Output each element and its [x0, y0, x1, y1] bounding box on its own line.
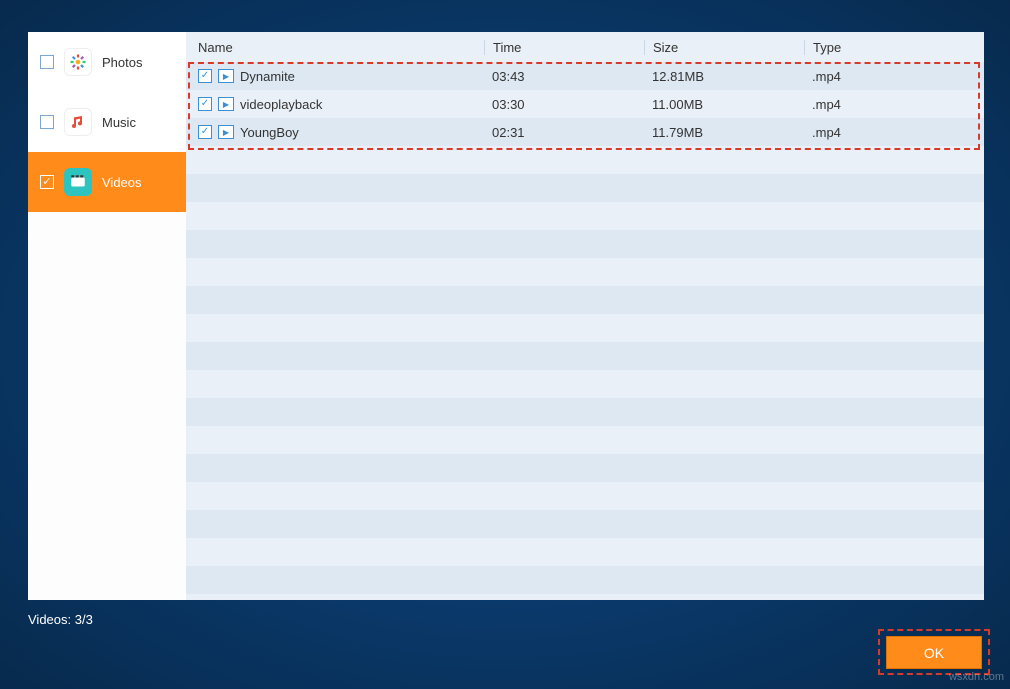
- cell-size: 11.79MB: [644, 125, 804, 140]
- cell-name: YoungBoy: [240, 125, 299, 140]
- table-row-empty: [186, 230, 984, 258]
- status-text: Videos: 3/3: [28, 612, 93, 627]
- table-row-empty: [186, 538, 984, 566]
- checkbox-icon[interactable]: [198, 69, 212, 83]
- cell-type: .mp4: [804, 69, 984, 84]
- checkbox-icon[interactable]: [198, 125, 212, 139]
- checkbox-icon[interactable]: [198, 97, 212, 111]
- photos-icon: [64, 48, 92, 76]
- video-file-icon: [218, 69, 234, 83]
- ok-button[interactable]: OK: [886, 636, 982, 669]
- sidebar-item-music[interactable]: Music: [28, 92, 186, 152]
- table-row-empty: [186, 566, 984, 594]
- video-file-icon: [218, 97, 234, 111]
- sidebar-item-videos[interactable]: Videos: [28, 152, 186, 212]
- sidebar-item-label: Music: [102, 115, 136, 130]
- checkbox-icon[interactable]: [40, 55, 54, 69]
- table-row-empty: [186, 398, 984, 426]
- cell-time: 03:30: [484, 97, 644, 112]
- music-icon: [64, 108, 92, 136]
- table-row-empty: [186, 426, 984, 454]
- col-header-name[interactable]: Name: [186, 40, 484, 55]
- cell-time: 03:43: [484, 69, 644, 84]
- table-row-empty: [186, 174, 984, 202]
- sidebar: Photos Music Videos: [28, 32, 186, 600]
- table-row[interactable]: videoplayback 03:3011.00MB.mp4: [186, 90, 984, 118]
- table-row-empty: [186, 510, 984, 538]
- sidebar-item-photos[interactable]: Photos: [28, 32, 186, 92]
- table-row-empty: [186, 342, 984, 370]
- col-header-size[interactable]: Size: [644, 40, 804, 55]
- main-panel: Photos Music Videos Name Time Size Type …: [28, 32, 984, 600]
- col-header-type[interactable]: Type: [804, 40, 984, 55]
- cell-time: 02:31: [484, 125, 644, 140]
- watermark: wsxdn.com: [949, 671, 1004, 683]
- table-row-empty: [186, 146, 984, 174]
- table-row-empty: [186, 286, 984, 314]
- cell-name: Dynamite: [240, 69, 295, 84]
- checkbox-icon[interactable]: [40, 175, 54, 189]
- cell-type: .mp4: [804, 125, 984, 140]
- table-row-empty: [186, 314, 984, 342]
- table-body: Dynamite03:4312.81MB.mp4videoplayback03:…: [186, 62, 984, 600]
- sidebar-item-label: Videos: [102, 175, 142, 190]
- cell-size: 12.81MB: [644, 69, 804, 84]
- table-row-empty: [186, 454, 984, 482]
- table-row[interactable]: Dynamite 03:4312.81MB.mp4: [186, 62, 984, 90]
- cell-name: videoplayback: [240, 97, 322, 112]
- table-row-empty: [186, 370, 984, 398]
- table-row-empty: [186, 202, 984, 230]
- table-row-empty: [186, 258, 984, 286]
- videos-icon: [64, 168, 92, 196]
- checkbox-icon[interactable]: [40, 115, 54, 129]
- sidebar-item-label: Photos: [102, 55, 142, 70]
- col-header-time[interactable]: Time: [484, 40, 644, 55]
- table-header: Name Time Size Type: [186, 32, 984, 62]
- video-file-icon: [218, 125, 234, 139]
- cell-type: .mp4: [804, 97, 984, 112]
- cell-size: 11.00MB: [644, 97, 804, 112]
- table-row[interactable]: YoungBoy 02:3111.79MB.mp4: [186, 118, 984, 146]
- content-area: Name Time Size Type Dynamite 03:4312.81MB…: [186, 32, 984, 600]
- table-row-empty: [186, 482, 984, 510]
